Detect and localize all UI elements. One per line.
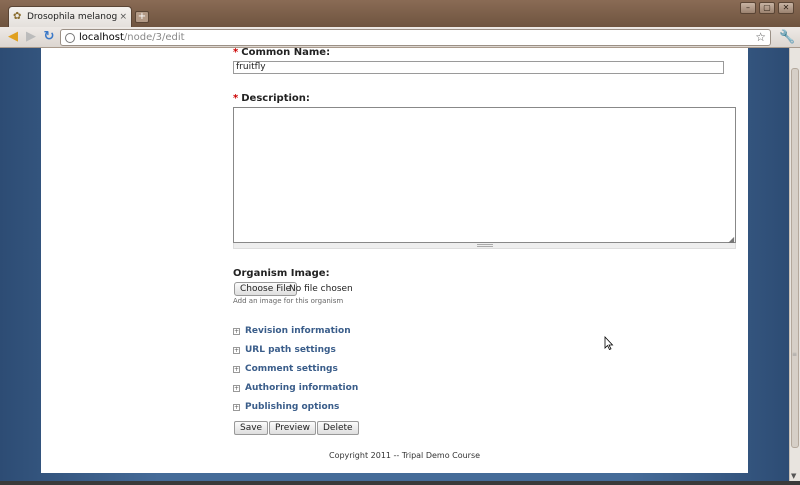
fieldset-label: Authoring information (245, 383, 359, 393)
delete-button[interactable]: Delete (317, 421, 359, 435)
page-scrollbar[interactable]: ≡ ▼ (789, 48, 800, 481)
expand-plus-icon: + (233, 346, 240, 354)
browser-tab[interactable]: ✿ Drosophila melanoga... × (8, 6, 132, 27)
new-tab-button[interactable]: + (135, 11, 149, 23)
fieldset-url-path-settings[interactable]: + URL path settings (233, 345, 336, 355)
page-favicon-icon: ✿ (13, 11, 22, 22)
description-label: * Description: (233, 93, 310, 104)
bookmark-star-icon[interactable]: ☆ (755, 30, 766, 44)
common-name-label-text: Common Name: (241, 47, 331, 58)
copyright-text: Copyright 2011 -- Tripal Demo Course (329, 451, 481, 460)
required-marker: * (233, 93, 239, 104)
required-marker: * (233, 47, 239, 58)
textarea-resize-grip[interactable] (233, 243, 736, 249)
fieldset-comment-settings[interactable]: + Comment settings (233, 364, 338, 374)
reload-icon[interactable]: ↻ (42, 30, 56, 44)
forward-arrow-icon[interactable]: ▶ (24, 30, 38, 44)
expand-plus-icon: + (233, 327, 240, 335)
common-name-label: * Common Name: (233, 47, 330, 58)
minimize-icon[interactable]: – (740, 2, 756, 14)
organism-image-label: Organism Image: (233, 268, 330, 279)
close-window-icon[interactable]: ✕ (778, 2, 794, 14)
mouse-pointer-icon (604, 336, 614, 350)
back-arrow-icon[interactable]: ◀ (6, 30, 20, 44)
preview-button[interactable]: Preview (269, 421, 317, 435)
fieldset-authoring-information[interactable]: + Authoring information (233, 383, 358, 393)
url-host: localhost (79, 32, 124, 43)
fieldset-label: Publishing options (245, 402, 340, 412)
maximize-icon[interactable]: ▢ (759, 2, 775, 14)
url-path: /node/3/edit (123, 32, 185, 43)
fieldset-label: URL path settings (245, 345, 336, 355)
fieldset-label: Comment settings (245, 364, 338, 374)
globe-icon (65, 32, 75, 43)
close-tab-icon[interactable]: × (119, 12, 127, 22)
expand-plus-icon: + (233, 384, 240, 392)
expand-plus-icon: + (233, 403, 240, 411)
description-label-text: Description: (241, 93, 310, 104)
scroll-grip-icon: ≡ (792, 351, 798, 358)
tab-title: Drosophila melanoga... (27, 12, 118, 22)
fieldset-revision-information[interactable]: + Revision information (233, 326, 351, 336)
scrollbar-thumb[interactable] (791, 68, 799, 448)
choose-file-button[interactable]: Choose File (234, 282, 298, 296)
window-bottom-edge (0, 481, 800, 485)
description-textarea[interactable] (233, 107, 736, 243)
browser-titlebar: ✿ Drosophila melanoga... × + – ▢ ✕ (0, 0, 800, 27)
expand-plus-icon: + (233, 365, 240, 373)
address-bar[interactable]: localhost/node/3/edit ☆ (60, 29, 771, 46)
fieldset-publishing-options[interactable]: + Publishing options (233, 402, 339, 412)
scroll-down-arrow-icon[interactable]: ▼ (791, 472, 796, 480)
browser-toolbar: ◀ ▶ ↻ localhost/node/3/edit ☆ (0, 27, 800, 48)
no-file-chosen-text: No file chosen (289, 284, 353, 294)
wrench-menu-icon[interactable]: 🔧 (779, 30, 795, 45)
fieldset-label: Revision information (245, 326, 351, 336)
image-help-text: Add an image for this organism (233, 297, 344, 305)
save-button[interactable]: Save (234, 421, 269, 435)
window-controls: – ▢ ✕ (740, 2, 794, 14)
common-name-input[interactable]: fruitfly (233, 61, 724, 74)
